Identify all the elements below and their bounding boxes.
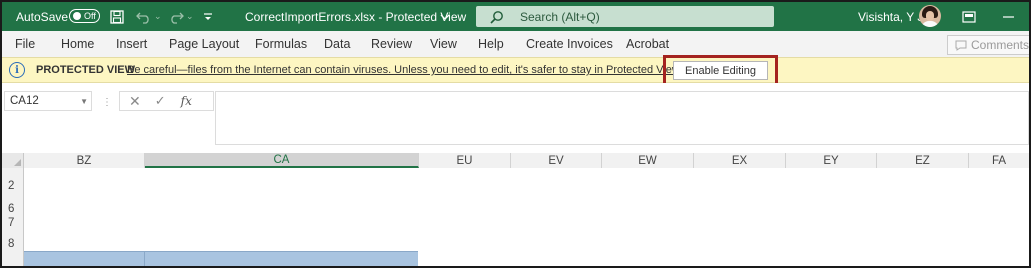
- avatar[interactable]: [919, 5, 941, 27]
- ribbon-display-icon[interactable]: [962, 2, 976, 31]
- column-header[interactable]: EW: [602, 153, 694, 168]
- autosave-state: Off: [84, 11, 96, 21]
- redo-dropdown-icon[interactable]: ⌄: [186, 2, 194, 31]
- formula-input[interactable]: [215, 91, 1029, 145]
- column-header[interactable]: EY: [786, 153, 877, 168]
- comments-button[interactable]: Comments: [947, 35, 1029, 55]
- ribbon-tabs: File Home Insert Page Layout Formulas Da…: [2, 31, 1029, 57]
- search-box[interactable]: Search (Alt+Q): [476, 6, 774, 27]
- cancel-icon[interactable]: ✕: [129, 93, 141, 110]
- title-bar: AutoSave Off ⌄ ⌄ CorrectImportErrors.xls…: [2, 2, 1029, 31]
- protected-view-message[interactable]: Be careful—files from the Internet can c…: [127, 58, 682, 82]
- tab-file[interactable]: File: [15, 31, 35, 57]
- protected-view-title: PROTECTED VIEW: [36, 64, 136, 76]
- row-header[interactable]: 8: [2, 238, 23, 250]
- row-header[interactable]: 7: [2, 217, 23, 229]
- tab-help[interactable]: Help: [478, 31, 504, 57]
- column-header[interactable]: BZ: [24, 153, 145, 168]
- search-placeholder: Search (Alt+Q): [520, 9, 600, 24]
- tab-view[interactable]: View: [430, 31, 457, 57]
- insert-function-icon[interactable]: fx: [181, 94, 192, 108]
- tab-page-layout[interactable]: Page Layout: [169, 31, 239, 57]
- selected-cell-range[interactable]: [24, 251, 418, 266]
- tab-acrobat[interactable]: Acrobat: [626, 31, 669, 57]
- excel-window: AutoSave Off ⌄ ⌄ CorrectImportErrors.xls…: [0, 0, 1031, 268]
- undo-dropdown-icon[interactable]: ⌄: [154, 2, 162, 31]
- autosave-toggle[interactable]: Off: [69, 9, 100, 23]
- select-all-corner[interactable]: [2, 153, 24, 168]
- tab-data[interactable]: Data: [324, 31, 350, 57]
- file-title: CorrectImportErrors.xlsx - Protected Vie…: [245, 9, 467, 24]
- row-headers: 2 6 7 8: [2, 168, 24, 266]
- redo-icon[interactable]: [168, 2, 184, 31]
- save-icon[interactable]: [110, 2, 124, 31]
- tab-formulas[interactable]: Formulas: [255, 31, 307, 57]
- tab-home[interactable]: Home: [61, 31, 94, 57]
- comments-label: Comments: [970, 38, 1029, 52]
- column-header-selected[interactable]: CA: [145, 153, 419, 168]
- column-header[interactable]: EV: [511, 153, 602, 168]
- toggle-knob: [73, 12, 81, 20]
- undo-icon[interactable]: [136, 2, 152, 31]
- formula-controls: ✕ ✓ fx: [119, 91, 214, 111]
- title-dropdown-icon[interactable]: [440, 2, 450, 31]
- enable-editing-button[interactable]: Enable Editing: [673, 61, 768, 80]
- search-icon: [490, 10, 503, 24]
- name-box-value: CA12: [10, 95, 39, 107]
- minimize-icon[interactable]: [1003, 2, 1014, 31]
- tab-insert[interactable]: Insert: [116, 31, 147, 57]
- column-header[interactable]: FA: [969, 153, 1029, 168]
- info-icon: i: [9, 62, 25, 78]
- protected-view-bar: i PROTECTED VIEW Be careful—files from t…: [2, 57, 1029, 83]
- customize-toolbar-icon[interactable]: [203, 2, 213, 31]
- enter-icon[interactable]: ✓: [155, 93, 166, 109]
- row-header[interactable]: 2: [2, 180, 23, 192]
- column-header[interactable]: EZ: [877, 153, 969, 168]
- formula-bar: CA12 ▼ ⋮ ✕ ✓ fx: [2, 83, 1029, 146]
- name-box[interactable]: CA12 ▼: [4, 91, 92, 111]
- formula-bar-resize-handle[interactable]: ⋮: [102, 97, 112, 108]
- column-header[interactable]: EX: [694, 153, 786, 168]
- column-headers: BZ CA EU EV EW EX EY EZ FA: [2, 153, 1029, 169]
- row-header[interactable]: 6: [2, 203, 23, 215]
- column-header[interactable]: EU: [419, 153, 511, 168]
- tab-create-invoices[interactable]: Create Invoices: [526, 31, 613, 57]
- comment-icon: [955, 40, 967, 51]
- user-name: Visishta, Y J: [858, 9, 924, 24]
- autosave-label: AutoSave: [16, 9, 69, 24]
- tab-review[interactable]: Review: [371, 31, 412, 57]
- chevron-down-icon[interactable]: ▼: [80, 97, 88, 106]
